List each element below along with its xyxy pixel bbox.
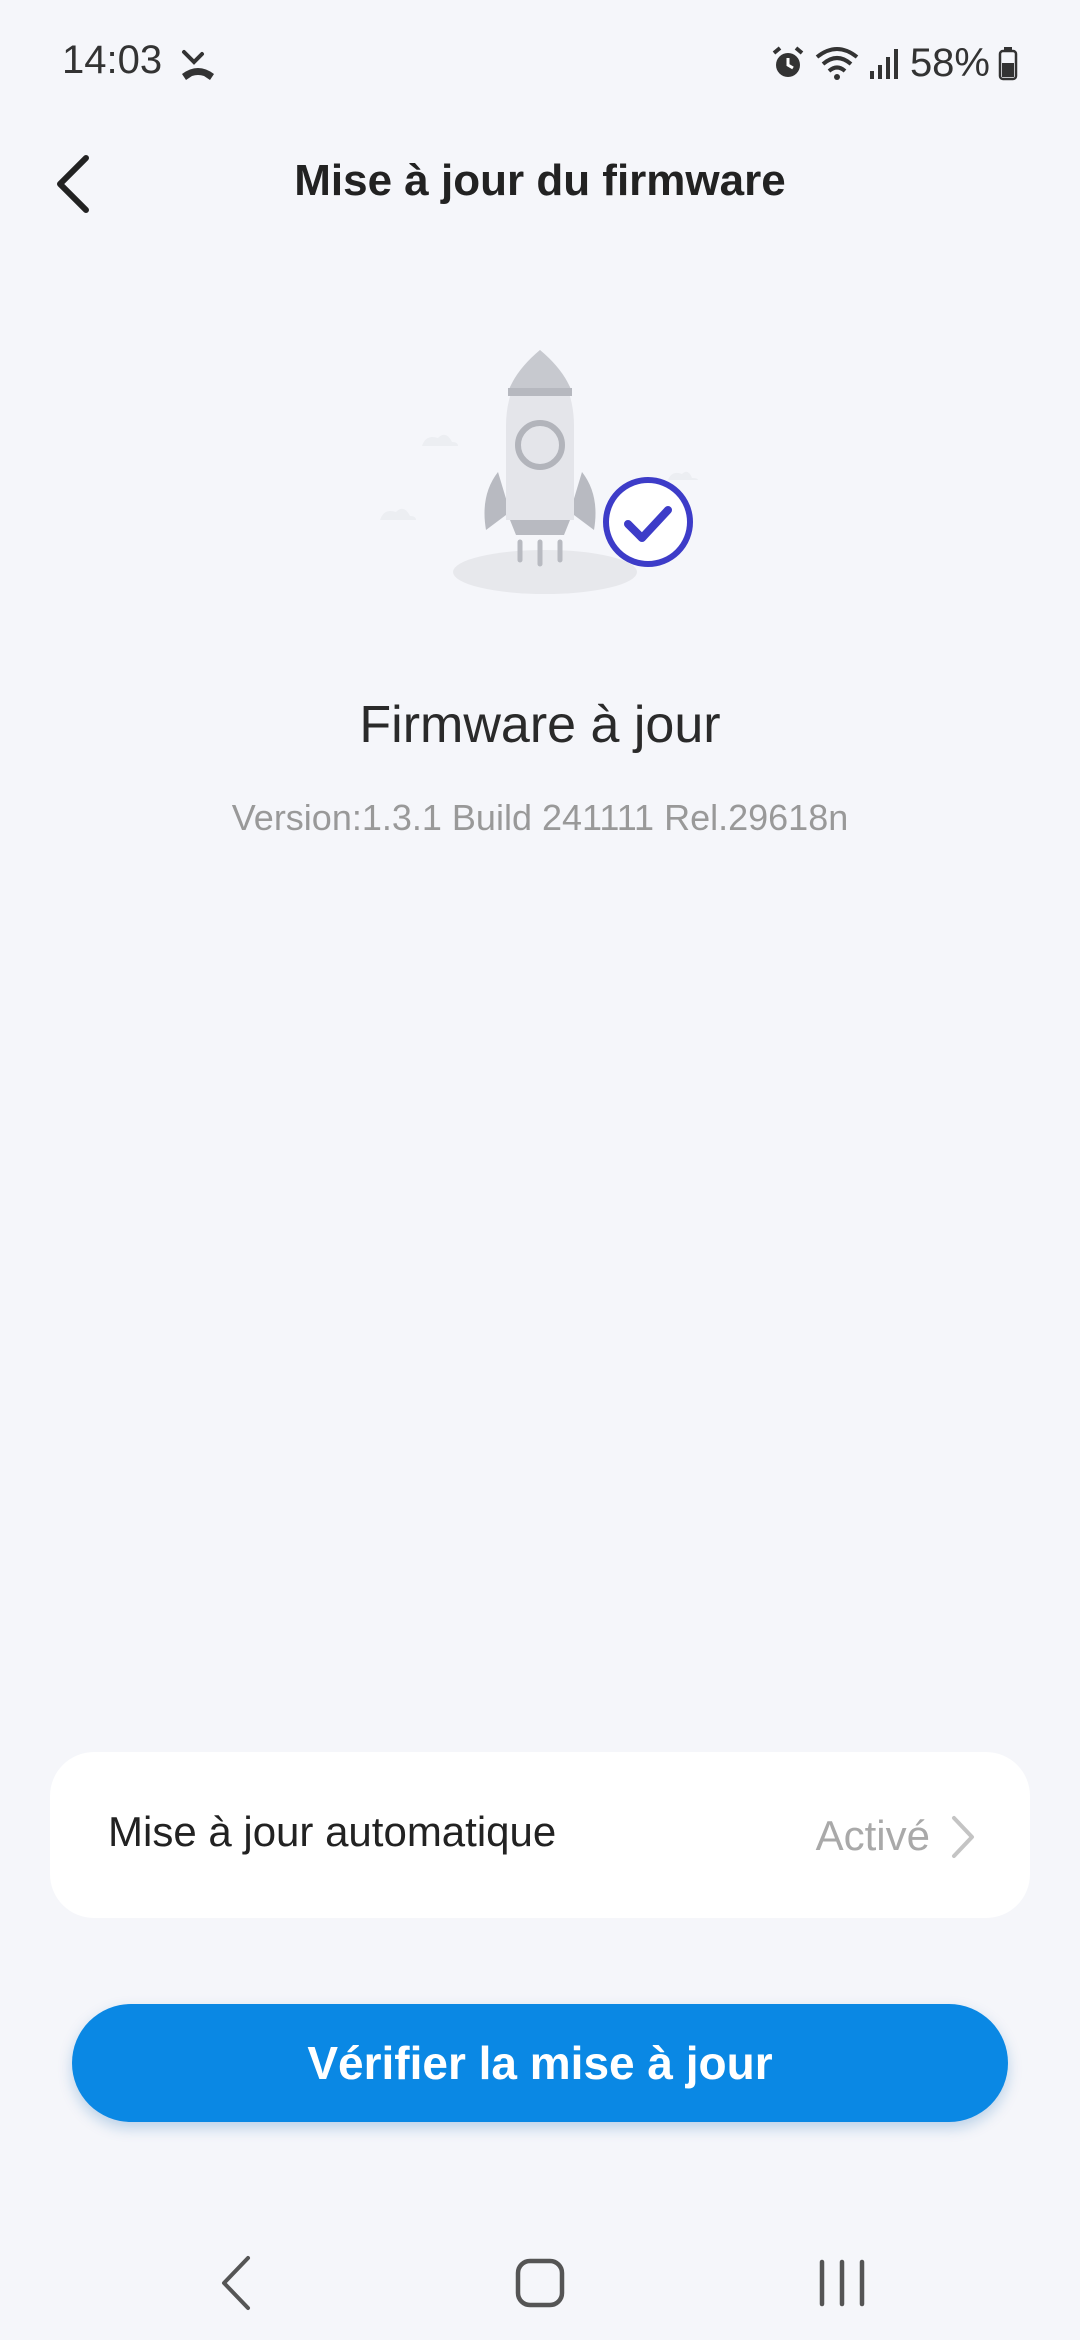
page-title: Mise à jour du firmware bbox=[294, 156, 786, 205]
status-bar: 14:03 58% bbox=[0, 0, 1080, 130]
system-nav-bar bbox=[0, 2220, 1080, 2340]
auto-update-row[interactable]: Mise à jour automatique Activé bbox=[50, 1752, 1030, 1918]
nav-home-icon[interactable] bbox=[495, 2238, 585, 2328]
firmware-version: Version:1.3.1 Build 241111 Rel.29618n bbox=[231, 797, 849, 838]
signal-icon bbox=[869, 49, 898, 79]
chevron-right-icon bbox=[952, 1816, 974, 1858]
rocket-illustration bbox=[380, 350, 698, 594]
check-update-button[interactable]: Vérifier la mise à jour bbox=[72, 2004, 1008, 2122]
battery-percent: 58% bbox=[909, 40, 990, 85]
nav-back-icon[interactable] bbox=[192, 2238, 282, 2328]
status-time: 14:03 bbox=[62, 38, 163, 82]
battery-icon bbox=[998, 47, 1018, 81]
alarm-icon bbox=[772, 46, 804, 77]
auto-update-value: Activé bbox=[815, 1812, 930, 1859]
auto-update-label: Mise à jour automatique bbox=[108, 1808, 557, 1855]
nav-recents-icon[interactable] bbox=[797, 2238, 887, 2328]
status-icons: 58% bbox=[770, 38, 1018, 88]
check-circle-icon bbox=[603, 477, 693, 567]
top-bar: Mise à jour du firmware bbox=[0, 130, 1080, 240]
wifi-icon bbox=[815, 47, 859, 80]
missed-call-icon bbox=[182, 50, 214, 80]
firmware-status-title: Firmware à jour bbox=[359, 696, 721, 754]
